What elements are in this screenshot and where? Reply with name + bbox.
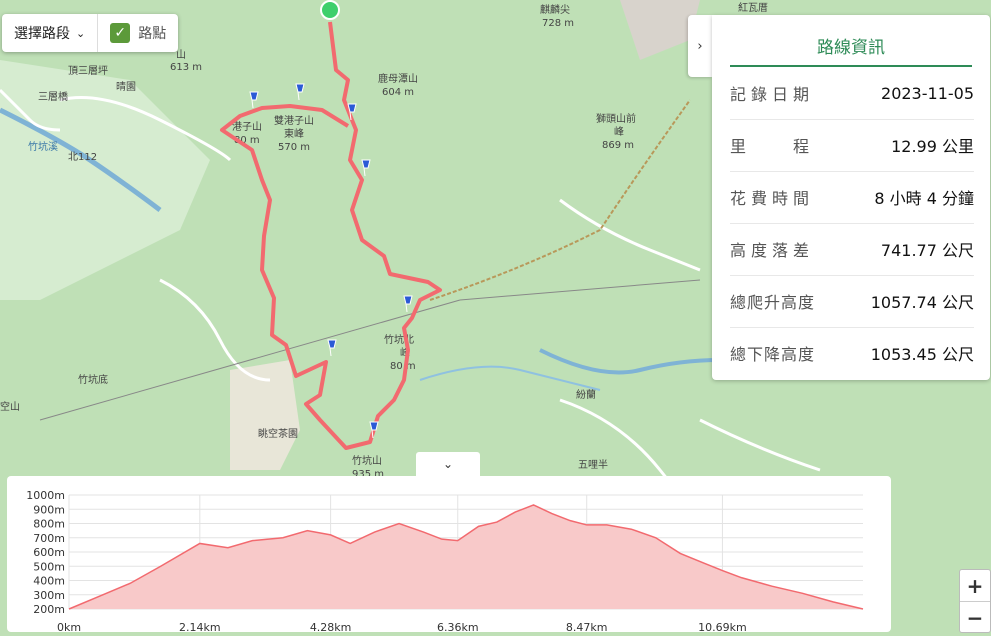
- map-label: 604 m: [382, 87, 414, 98]
- map-label: 頂三層坪: [68, 64, 108, 77]
- map-label: 空山: [0, 400, 20, 413]
- chevron-down-icon: ⌄: [76, 26, 86, 40]
- waypoint-toggle[interactable]: ✓ 路點: [98, 14, 178, 52]
- elevation-area: [69, 504, 863, 609]
- map-label: 獅頭山前: [596, 112, 636, 125]
- info-row-distance: 里 程 12.99 公里: [730, 119, 974, 172]
- map-label: 三層橋: [38, 90, 68, 103]
- map-label: 北112: [68, 151, 97, 163]
- zoom-in-button[interactable]: +: [960, 570, 990, 601]
- checkbox-checked-icon[interactable]: ✓: [110, 23, 131, 43]
- map-label: 869 m: [602, 140, 634, 151]
- info-row-elevation-diff: 高度落差 741.77 公尺: [730, 223, 974, 276]
- info-value: 1057.74 公尺: [870, 293, 974, 312]
- map-label: 728 m: [542, 18, 574, 29]
- y-tick-label: 900m: [33, 503, 65, 516]
- info-row-total-ascent: 總爬升高度 1057.74 公尺: [730, 275, 974, 328]
- map-label: 麒麟尖: [540, 3, 570, 16]
- panel-title: 路線資訊: [730, 33, 972, 67]
- map-label: 570 m: [278, 142, 310, 153]
- info-value: 1053.45 公尺: [870, 345, 974, 364]
- map-label: 竹坑底: [78, 373, 108, 386]
- y-tick-label: 400m: [33, 575, 65, 588]
- x-tick-label: 4.28km: [310, 621, 352, 632]
- chevron-right-icon: ›: [697, 38, 703, 54]
- info-row-duration: 花費時間 8 小時 4 分鐘: [730, 171, 974, 224]
- segment-select-button[interactable]: 選擇路段 ⌄: [2, 14, 97, 52]
- route-info-panel: 路線資訊 記錄日期 2023-11-05 里 程 12.99 公里 花費時間 8…: [712, 15, 990, 380]
- map-label: 613 m: [170, 62, 202, 73]
- panel-toggle-button[interactable]: ›: [688, 15, 712, 77]
- x-tick-label: 6.36km: [437, 621, 479, 632]
- map-label: 竹坑北: [384, 333, 414, 346]
- info-label: 總爬升高度: [730, 293, 816, 312]
- y-tick-label: 700m: [33, 532, 65, 545]
- info-value: 741.77 公尺: [880, 241, 974, 260]
- profile-collapse-button[interactable]: ⌄: [416, 452, 480, 476]
- map-label: 紛蘭: [576, 388, 596, 401]
- map-label: 東峰: [284, 127, 304, 140]
- info-row-date: 記錄日期 2023-11-05: [730, 67, 974, 120]
- elevation-profile[interactable]: 1000m 900m 800m 700m 600m 500m 400m 300m 200m 0km…: [7, 476, 891, 634]
- start-marker-icon[interactable]: [320, 0, 340, 20]
- x-tick-label: 2.14km: [179, 621, 221, 632]
- map-toolbar: 選擇路段 ⌄ ✓ 路點: [2, 14, 179, 52]
- info-label: 高度落差: [730, 241, 815, 260]
- y-tick-label: 800m: [33, 518, 65, 531]
- map-label: 峰: [614, 126, 624, 138]
- y-tick-label: 1000m: [26, 489, 65, 502]
- map-label: 80 m: [390, 361, 416, 372]
- map-label: 晴園: [116, 80, 136, 93]
- info-label: 花費時間: [730, 189, 815, 208]
- x-tick-label: 10.69km: [698, 621, 747, 632]
- info-value: 8 小時 4 分鐘: [874, 189, 974, 208]
- waypoint-label: 路點: [138, 26, 167, 42]
- map-label: 五哩半: [578, 458, 608, 471]
- map-label: 鹿母潭山: [378, 72, 418, 85]
- info-value: 12.99 公里: [891, 137, 974, 156]
- zoom-control: + −: [959, 569, 991, 633]
- x-tick-label: 0km: [57, 621, 81, 632]
- elevation-chart: 1000m900m 800m700m600m500m 400m300m200m 0km…: [26, 489, 864, 634]
- map-label: 竹坑溪: [28, 140, 58, 153]
- x-tick-label: 8.47km: [566, 621, 608, 632]
- map-label: 眺空茶園: [258, 427, 298, 440]
- map-label: 竹坑山: [352, 454, 382, 467]
- y-tick-label: 500m: [33, 560, 65, 573]
- zoom-out-button[interactable]: −: [960, 601, 990, 633]
- info-row-total-descent: 總下降高度 1053.45 公尺: [730, 327, 974, 379]
- segment-select-label: 選擇路段: [14, 26, 70, 42]
- info-label: 總下降高度: [730, 345, 816, 364]
- info-label: 里 程: [730, 137, 815, 156]
- map-label: 紅瓦厝: [738, 2, 768, 14]
- map-label: 港子山: [232, 121, 262, 133]
- map-label: 雙港子山: [274, 114, 314, 127]
- info-value: 2023-11-05: [881, 83, 974, 103]
- info-label: 記錄日期: [730, 85, 815, 104]
- y-tick-label: 600m: [33, 546, 65, 559]
- y-tick-label: 300m: [33, 589, 65, 602]
- chevron-down-icon: ⌄: [442, 457, 454, 471]
- y-tick-label: 200m: [33, 603, 65, 616]
